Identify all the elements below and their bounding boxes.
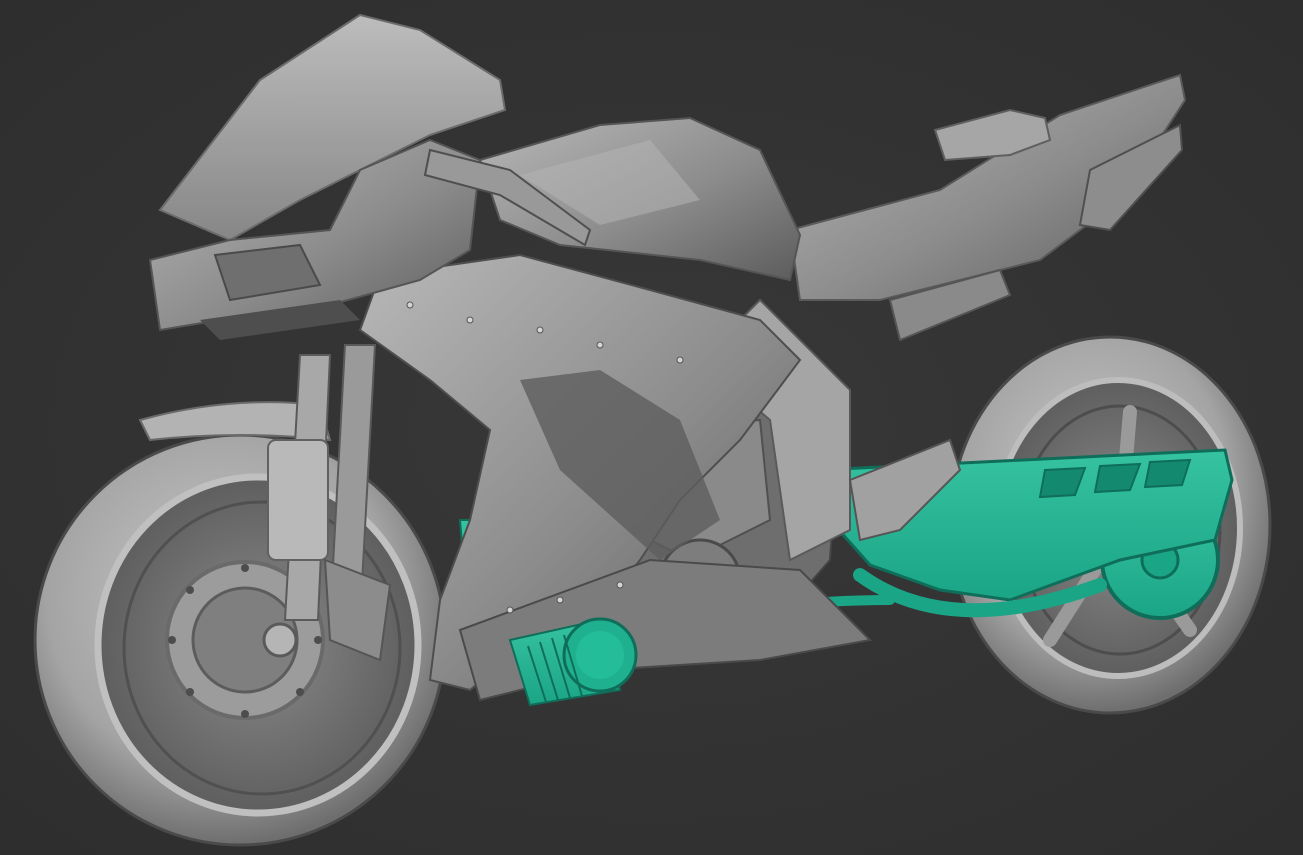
motorcycle-render xyxy=(0,0,1303,855)
3d-viewport[interactable] xyxy=(0,0,1303,855)
